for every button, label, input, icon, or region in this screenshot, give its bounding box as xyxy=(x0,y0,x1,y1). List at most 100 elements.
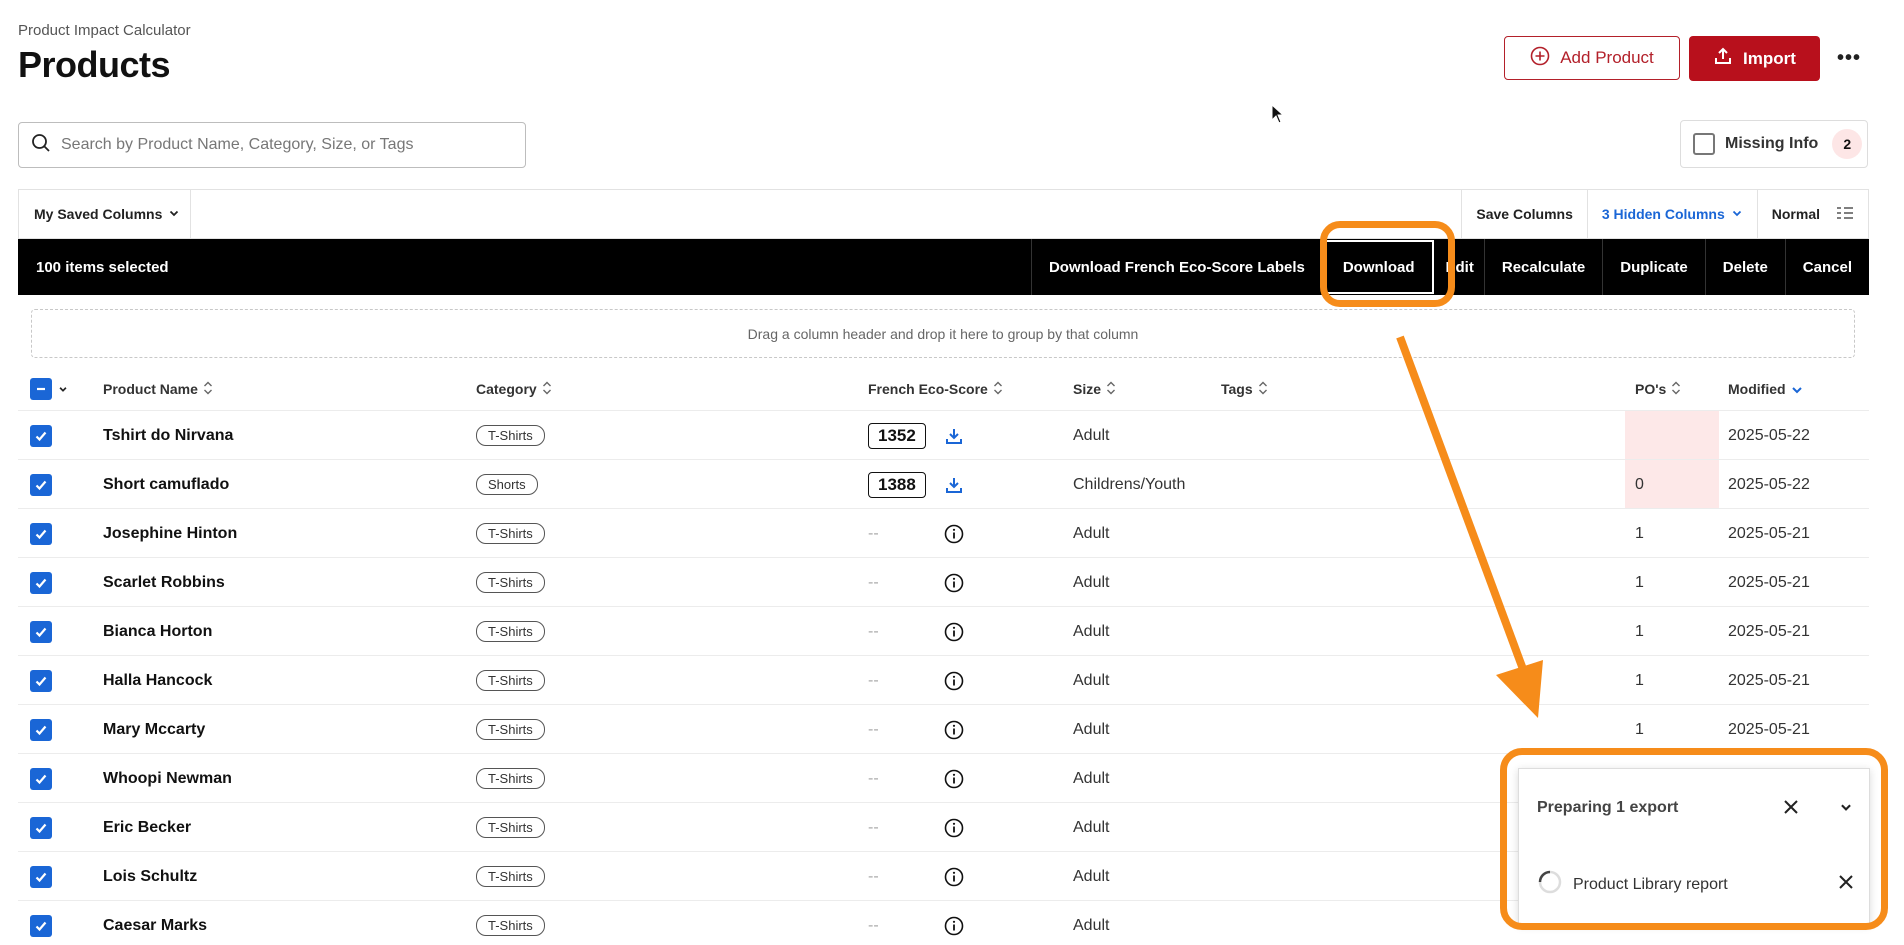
row-checkbox-cell[interactable] xyxy=(30,803,52,852)
density-icon xyxy=(1836,205,1854,224)
sort-icon[interactable] xyxy=(1105,380,1117,399)
table-row[interactable]: Short camuflado Shorts 1388 Childrens/Yo… xyxy=(18,459,1869,509)
column-header-tags[interactable]: Tags xyxy=(1221,368,1269,410)
product-name[interactable]: Scarlet Robbins xyxy=(103,558,225,607)
sort-desc-icon[interactable] xyxy=(1790,380,1804,399)
save-columns-button[interactable]: Save Columns xyxy=(1461,190,1586,238)
product-name[interactable]: Lois Schultz xyxy=(103,852,197,901)
info-icon[interactable] xyxy=(944,509,964,558)
row-checkbox[interactable] xyxy=(30,669,52,692)
density-toggle[interactable]: Normal xyxy=(1756,190,1868,238)
table-row[interactable]: Scarlet Robbins T-Shirts -- Adult 1 2025… xyxy=(18,557,1869,606)
product-name[interactable]: Caesar Marks xyxy=(103,901,207,945)
delete-button[interactable]: Delete xyxy=(1704,239,1785,295)
table-row[interactable]: Josephine Hinton T-Shirts -- Adult 1 202… xyxy=(18,508,1869,557)
sort-icon[interactable] xyxy=(1257,380,1269,399)
row-checkbox[interactable] xyxy=(30,767,52,790)
row-checkbox-cell[interactable] xyxy=(30,460,52,509)
row-checkbox-cell[interactable] xyxy=(30,852,52,901)
select-all-control[interactable] xyxy=(30,368,68,410)
info-icon[interactable] xyxy=(944,754,964,803)
add-product-button[interactable]: Add Product xyxy=(1504,36,1680,80)
info-icon[interactable] xyxy=(944,558,964,607)
info-icon[interactable] xyxy=(944,901,964,945)
category-tag: T-Shirts xyxy=(476,572,545,593)
row-checkbox[interactable] xyxy=(30,522,52,545)
product-name[interactable]: Tshirt do Nirvana xyxy=(103,411,233,460)
product-name[interactable]: Short camuflado xyxy=(103,460,229,509)
saved-columns-dropdown[interactable]: My Saved Columns xyxy=(19,190,191,238)
row-checkbox-cell[interactable] xyxy=(30,705,52,754)
column-header-modified[interactable]: Modified xyxy=(1728,368,1804,410)
product-name[interactable]: Eric Becker xyxy=(103,803,191,852)
size-cell: Adult xyxy=(1073,524,1110,542)
pos-cell: 0 xyxy=(1625,460,1719,509)
search-input[interactable] xyxy=(61,136,501,154)
pos-cell: 1 xyxy=(1635,524,1644,542)
column-header-pos[interactable]: PO's xyxy=(1635,368,1729,410)
row-checkbox-cell[interactable] xyxy=(30,558,52,607)
more-options-button[interactable]: ••• xyxy=(1834,44,1864,72)
info-icon[interactable] xyxy=(944,705,964,754)
product-name[interactable]: Halla Hancock xyxy=(103,656,212,705)
sort-icon[interactable] xyxy=(992,380,1004,399)
row-checkbox-cell[interactable] xyxy=(30,656,52,705)
row-checkbox-cell[interactable] xyxy=(30,901,52,945)
product-name[interactable]: Whoopi Newman xyxy=(103,754,232,803)
row-checkbox[interactable] xyxy=(30,571,52,594)
row-checkbox-cell[interactable] xyxy=(30,411,52,460)
sort-icon[interactable] xyxy=(541,380,553,399)
row-checkbox[interactable] xyxy=(30,718,52,741)
table-row[interactable]: Mary Mccarty T-Shirts -- Adult 1 2025-05… xyxy=(18,704,1869,753)
import-button[interactable]: Import xyxy=(1689,36,1820,81)
row-checkbox-cell[interactable] xyxy=(30,509,52,558)
download-icon[interactable] xyxy=(944,411,964,460)
cancel-button[interactable]: Cancel xyxy=(1784,239,1869,295)
table-row[interactable]: Halla Hancock T-Shirts -- Adult 1 2025-0… xyxy=(18,655,1869,704)
missing-info-filter[interactable]: Missing Info 2 xyxy=(1680,120,1868,168)
category-tag: T-Shirts xyxy=(476,670,545,691)
row-checkbox-cell[interactable] xyxy=(30,607,52,656)
column-header-label: PO's xyxy=(1635,381,1667,397)
product-name[interactable]: Mary Mccarty xyxy=(103,705,205,754)
group-drop-zone[interactable]: Drag a column header and drop it here to… xyxy=(31,309,1855,358)
column-header-product-name[interactable]: Product Name xyxy=(103,368,214,410)
info-icon[interactable] xyxy=(944,656,964,705)
recalculate-button[interactable]: Recalculate xyxy=(1483,239,1602,295)
column-header-category[interactable]: Category xyxy=(476,368,553,410)
missing-info-checkbox[interactable] xyxy=(1693,133,1715,155)
modified-cell: 2025-05-21 xyxy=(1728,622,1810,640)
grid-toolbar: My Saved Columns Save Columns 3 Hidden C… xyxy=(18,189,1869,239)
table-row[interactable]: Bianca Horton T-Shirts -- Adult 1 2025-0… xyxy=(18,606,1869,655)
eco-score-value: -- xyxy=(868,916,879,934)
info-icon[interactable] xyxy=(944,607,964,656)
row-checkbox-cell[interactable] xyxy=(30,754,52,803)
row-checkbox[interactable] xyxy=(30,620,52,643)
column-header-eco-score[interactable]: French Eco-Score xyxy=(868,368,1004,410)
row-checkbox[interactable] xyxy=(30,424,52,447)
category-cell: Shorts xyxy=(476,460,538,509)
sort-icon[interactable] xyxy=(1670,380,1682,399)
info-icon[interactable] xyxy=(944,803,964,852)
eco-score-cell: 1388 xyxy=(868,460,926,509)
select-all-checkbox[interactable] xyxy=(30,378,52,400)
hidden-columns-dropdown[interactable]: 3 Hidden Columns xyxy=(1586,190,1757,238)
sort-icon[interactable] xyxy=(202,380,214,399)
product-name[interactable]: Josephine Hinton xyxy=(103,509,237,558)
category-tag: T-Shirts xyxy=(476,425,545,446)
column-header-size[interactable]: Size xyxy=(1073,368,1117,410)
info-icon[interactable] xyxy=(944,852,964,901)
table-row[interactable]: Tshirt do Nirvana T-Shirts 1352 Adult 20… xyxy=(18,410,1869,460)
row-checkbox[interactable] xyxy=(30,816,52,839)
product-name[interactable]: Bianca Horton xyxy=(103,607,212,656)
row-checkbox[interactable] xyxy=(30,865,52,888)
duplicate-button[interactable]: Duplicate xyxy=(1602,239,1705,295)
page-title: Products xyxy=(18,44,171,85)
download-eco-labels-button[interactable]: Download French Eco-Score Labels xyxy=(1030,239,1322,295)
row-checkbox[interactable] xyxy=(30,914,52,937)
annotation-highlight-download xyxy=(1320,221,1455,307)
download-icon[interactable] xyxy=(944,460,964,509)
chevron-down-icon[interactable] xyxy=(58,381,68,397)
eco-score-value: -- xyxy=(868,720,879,738)
row-checkbox[interactable] xyxy=(30,473,52,496)
